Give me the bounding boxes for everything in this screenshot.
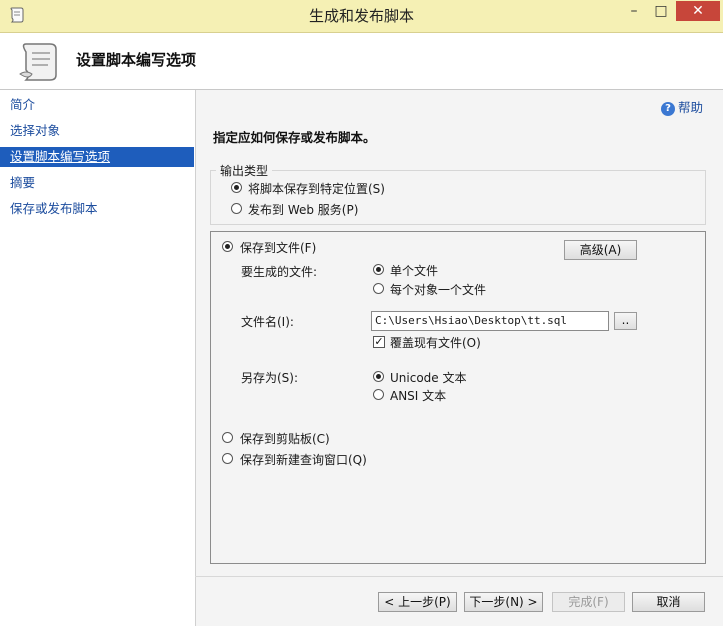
radio-query-window-label: 保存到新建查询窗口(Q) (240, 453, 367, 467)
scroll-icon (19, 43, 57, 81)
radio-ansi-label: ANSI 文本 (390, 389, 447, 403)
footer-divider (195, 576, 723, 577)
radio-ansi[interactable] (373, 389, 384, 400)
browse-button[interactable]: .. (614, 312, 637, 330)
radio-publish-web-label: 发布到 Web 服务(P) (248, 203, 359, 217)
overwrite-label: 覆盖现有文件(O) (390, 336, 481, 350)
radio-save-to-file[interactable] (222, 241, 233, 252)
sidebar-item-save-publish[interactable]: 保存或发布脚本 (0, 199, 194, 219)
overwrite-checkbox[interactable]: ✓ (373, 336, 385, 348)
output-type-legend: 输出类型 (216, 162, 273, 179)
radio-file-per-object-label: 每个对象一个文件 (390, 283, 487, 297)
radio-save-location-label: 将脚本保存到特定位置(S) (248, 182, 385, 196)
radio-file-per-object[interactable] (373, 283, 384, 294)
previous-button[interactable]: < 上一步(P) (378, 592, 457, 612)
radio-query-window[interactable] (222, 453, 233, 464)
radio-clipboard[interactable] (222, 432, 233, 443)
minimize-button[interactable]: – (623, 0, 645, 22)
page-title: 设置脚本编写选项 (76, 51, 197, 69)
sidebar-item-summary[interactable]: 摘要 (0, 173, 194, 193)
sidebar-item-intro[interactable]: 简介 (0, 95, 194, 115)
sidebar-item-scripting-options[interactable]: 设置脚本编写选项 (0, 147, 194, 167)
radio-unicode[interactable] (373, 371, 384, 382)
radio-save-location[interactable] (231, 182, 242, 193)
save-as-label: 另存为(S): (241, 371, 299, 385)
advanced-button[interactable]: 高级(A) (564, 240, 637, 260)
radio-single-file[interactable] (373, 264, 384, 275)
filename-input[interactable]: C:\Users\Hsiao\Desktop\tt.sql (371, 311, 609, 331)
files-to-generate-label: 要生成的文件: (241, 265, 318, 279)
wizard-sidebar (0, 90, 196, 626)
sidebar-item-select-objects[interactable]: 选择对象 (0, 121, 194, 141)
finish-button[interactable]: 完成(F) (552, 592, 625, 612)
radio-save-to-file-label: 保存到文件(F) (240, 241, 317, 255)
help-icon: ? (661, 101, 675, 116)
window-title: 生成和发布脚本 (308, 7, 414, 25)
cancel-button[interactable]: 取消 (632, 592, 705, 612)
radio-clipboard-label: 保存到剪贴板(C) (240, 432, 330, 446)
radio-unicode-label: Unicode 文本 (390, 371, 467, 385)
filename-label: 文件名(I): (241, 315, 294, 329)
help-link[interactable]: ? 帮助 (661, 97, 703, 116)
radio-single-file-label: 单个文件 (390, 264, 439, 278)
maximize-button[interactable]: □ (650, 0, 672, 22)
help-label: 帮助 (678, 100, 704, 115)
instruction-text: 指定应如何保存或发布脚本。 (213, 130, 376, 145)
close-button[interactable]: ✕ (676, 1, 720, 21)
next-button[interactable]: 下一步(N) > (464, 592, 543, 612)
radio-publish-web[interactable] (231, 203, 242, 214)
